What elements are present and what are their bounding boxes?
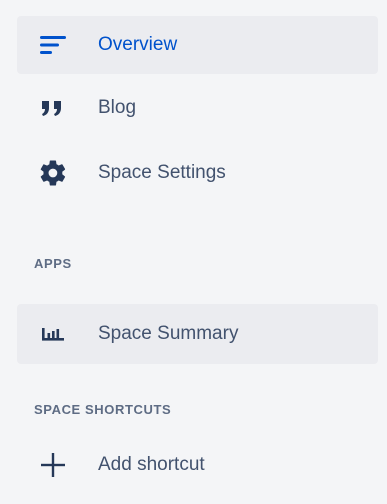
bar-chart-icon	[35, 319, 71, 349]
sidebar-item-space-summary[interactable]: Space Summary	[17, 304, 378, 364]
quote-icon	[35, 93, 71, 123]
sidebar-item-blog[interactable]: Blog	[17, 79, 378, 137]
overview-icon	[35, 30, 71, 60]
sidebar-item-space-settings[interactable]: Space Settings	[17, 144, 378, 202]
sidebar-item-overview[interactable]: Overview	[17, 16, 378, 74]
add-shortcut-button[interactable]: Add shortcut	[17, 436, 378, 494]
sidebar-item-label: Overview	[98, 34, 178, 55]
gear-icon	[35, 158, 71, 188]
apps-section-heading: APPS	[34, 256, 72, 271]
space-sidebar: Overview Blog Space Settings APPS Space …	[0, 0, 387, 504]
add-shortcut-label: Add shortcut	[98, 454, 205, 475]
plus-icon	[35, 450, 71, 480]
sidebar-item-label: Space Summary	[98, 323, 239, 344]
sidebar-item-label: Space Settings	[98, 162, 226, 183]
sidebar-item-label: Blog	[98, 97, 137, 118]
space-shortcuts-heading: SPACE SHORTCUTS	[34, 402, 172, 417]
